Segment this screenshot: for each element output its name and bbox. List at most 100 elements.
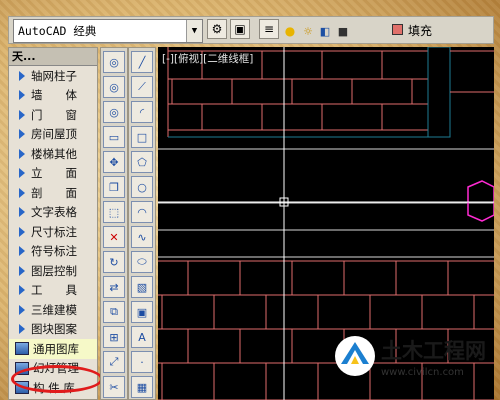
move-icon[interactable]: ✥ (103, 151, 125, 173)
expand-arrow-icon (19, 265, 25, 276)
menu-item-label: 通用图库 (33, 341, 79, 356)
menu-item-label: 轴网柱子 (31, 68, 77, 83)
panel-title: 天... (9, 48, 97, 66)
site-logo-icon (335, 336, 375, 376)
array-icon[interactable]: ⊞ (103, 326, 125, 348)
mirror-icon[interactable]: ⇄ (103, 276, 125, 298)
chevron-down-icon[interactable]: ▼ (186, 20, 202, 42)
expand-arrow-icon (19, 148, 25, 159)
viewport-label[interactable]: [-][俯视][二维线框] (162, 51, 253, 66)
block-icon[interactable]: ▭ (103, 126, 125, 148)
menu-item[interactable]: 轴网柱子 (9, 66, 97, 86)
sun-icon[interactable]: ☼ (301, 19, 315, 43)
expand-arrow-icon (19, 304, 25, 315)
rotate-icon[interactable]: ↻ (103, 251, 125, 273)
menu-item-label: 图块图案 (31, 322, 77, 337)
offset-icon[interactable]: ⧉ (103, 301, 125, 323)
line-icon[interactable]: ╱ (131, 51, 153, 73)
expand-arrow-icon (19, 168, 25, 179)
expand-arrow-icon (19, 70, 25, 81)
menu-item[interactable]: 门 窗 (9, 105, 97, 125)
menu-item[interactable]: 剖 面 (9, 183, 97, 203)
rectangle-icon[interactable]: □ (131, 126, 153, 148)
menu-item-label: 楼梯其他 (31, 146, 77, 161)
scale-icon[interactable]: ⤢ (103, 351, 125, 373)
workspace-settings-icon[interactable]: ▣ (230, 19, 250, 39)
color-square-icon[interactable]: ■ (336, 19, 350, 43)
menu-item-label: 门 窗 (31, 107, 77, 122)
fill-color-swatch[interactable] (392, 24, 403, 35)
menu-item[interactable]: 尺寸标注 (9, 222, 97, 242)
gear-icon[interactable]: ⚙ (207, 19, 227, 39)
menu-list: 轴网柱子墙 体门 窗房间屋顶楼梯其他立 面剖 面文字表格尺寸标注符号标注图层控制… (9, 66, 97, 398)
layer-icon[interactable]: ◎ (103, 101, 125, 123)
erase-icon[interactable]: ✕ (103, 226, 125, 248)
menu-item-label: 尺寸标注 (31, 224, 77, 239)
expand-arrow-icon (19, 109, 25, 120)
polygon-icon[interactable]: ⬠ (131, 151, 153, 173)
layer-icon[interactable]: ◎ (103, 76, 125, 98)
lock-icon[interactable]: ◧ (318, 19, 332, 43)
menu-item[interactable]: 符号标注 (9, 242, 97, 262)
menu-item[interactable]: 工 具 (9, 281, 97, 301)
workspace-dropdown[interactable]: AutoCAD 经典 ▼ (13, 19, 203, 43)
trim-icon[interactable]: ✂ (103, 376, 125, 398)
watermark-title: 土木工程网 (381, 338, 486, 363)
menu-item[interactable]: 通用图库 (9, 339, 97, 359)
tangent-menu-panel: 天... 轴网柱子墙 体门 窗房间屋顶楼梯其他立 面剖 面文字表格尺寸标注符号标… (8, 47, 103, 400)
expand-arrow-icon (19, 129, 25, 140)
layer-manager-icon[interactable]: ≡ (259, 19, 279, 39)
drawing-canvas[interactable]: [-][俯视][二维线框] 土木工程网 www.civilcn.com (158, 47, 494, 400)
region-icon[interactable]: ▣ (131, 301, 153, 323)
menu-item[interactable]: 三维建模 (9, 300, 97, 320)
menu-item-label: 三维建模 (31, 302, 77, 317)
hexagon-shape (467, 180, 494, 222)
text-icon[interactable]: A (131, 326, 153, 348)
menu-item-label: 剖 面 (31, 185, 77, 200)
menu-item[interactable]: 房间屋顶 (9, 125, 97, 145)
menu-item-label: 房间屋顶 (31, 127, 77, 142)
menu-item[interactable]: 图层控制 (9, 261, 97, 281)
expand-arrow-icon (19, 226, 25, 237)
layer-icon[interactable]: ◎ (103, 51, 125, 73)
menu-item-label: 文字表格 (31, 205, 77, 220)
watermark-url: www.civilcn.com (381, 366, 464, 378)
expand-arrow-icon (19, 246, 25, 257)
menu-item-label: 工 具 (31, 283, 77, 298)
circle-icon[interactable]: ○ (131, 176, 153, 198)
menu-item[interactable]: 立 面 (9, 164, 97, 184)
column-block (427, 47, 451, 138)
hatch-icon[interactable]: ▧ (131, 276, 153, 298)
top-toolbar: AutoCAD 经典 ▼ ⚙ ▣ ≡ ● ☼ ◧ ■ 填充 (8, 16, 494, 44)
menu-item-label: 立 面 (31, 166, 77, 181)
menu-item[interactable]: 文字表格 (9, 203, 97, 223)
draw-toolbar-left: ◎ ◎ ◎ ▭ ✥ ❐ ⬚ ✕ ↻ ⇄ ⧉ ⊞ ⤢ ✂ (100, 47, 128, 400)
library-icon (15, 342, 29, 356)
expand-arrow-icon (19, 187, 25, 198)
ellipse-icon[interactable]: ⬭ (131, 251, 153, 273)
menu-item-label: 墙 体 (31, 88, 77, 103)
arc-icon[interactable]: ◠ (131, 201, 153, 223)
menu-item[interactable]: 墙 体 (9, 86, 97, 106)
stretch-icon[interactable]: ⬚ (103, 201, 125, 223)
highlight-circle (11, 365, 103, 393)
menu-item-label: 符号标注 (31, 244, 77, 259)
watermark: 土木工程网 www.civilcn.com (333, 330, 486, 382)
table-icon[interactable]: ▦ (131, 376, 153, 398)
arc-icon[interactable]: ◜ (131, 101, 153, 123)
point-icon[interactable]: · (131, 351, 153, 373)
spline-icon[interactable]: ∿ (131, 226, 153, 248)
draw-toolbar-right: ╱ ⟋ ◜ □ ⬠ ○ ◠ ∿ ⬭ ▧ ▣ A · ▦ (128, 47, 156, 400)
menu-item[interactable]: 楼梯其他 (9, 144, 97, 164)
expand-arrow-icon (19, 207, 25, 218)
bulb-icon[interactable]: ● (283, 19, 297, 43)
menu-item-label: 图层控制 (31, 263, 77, 278)
expand-arrow-icon (19, 285, 25, 296)
expand-arrow-icon (19, 324, 25, 335)
menu-item[interactable]: 图块图案 (9, 320, 97, 340)
layer-name-label: 填充 (408, 24, 433, 38)
polyline-icon[interactable]: ⟋ (131, 76, 153, 98)
workspace-value: AutoCAD 经典 (18, 24, 97, 38)
copy-icon[interactable]: ❐ (103, 176, 125, 198)
expand-arrow-icon (19, 90, 25, 101)
